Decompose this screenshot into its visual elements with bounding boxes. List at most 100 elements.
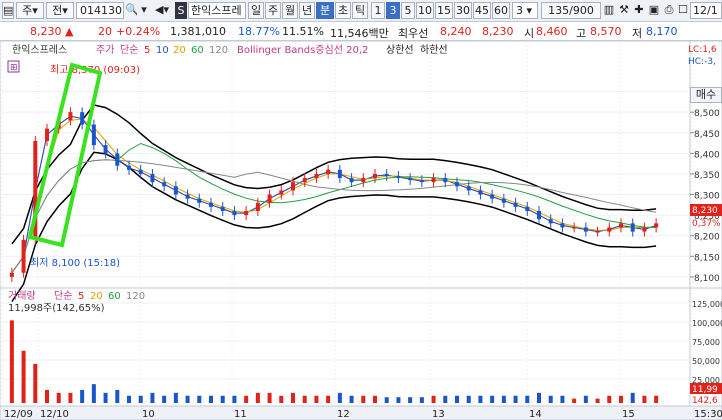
price-tick-label: 8,200	[694, 233, 720, 243]
interval-60[interactable]: 60	[492, 2, 510, 19]
volume-bar	[21, 350, 26, 403]
interval-1[interactable]: 1	[371, 2, 385, 19]
print-icon[interactable]: ⎙	[662, 2, 676, 19]
volume-bar	[326, 395, 331, 403]
candle-body	[279, 190, 284, 195]
search-icon[interactable]: 🔍	[125, 2, 137, 19]
ma-10-legend: 10	[156, 45, 169, 56]
volume-bar	[9, 320, 14, 403]
vol-ma-20-legend: 20	[90, 291, 103, 302]
volume-tick-label: 50,000	[692, 357, 720, 366]
lower-band-legend: 하한선	[420, 43, 448, 56]
open-price: 8,460	[536, 25, 568, 38]
volume-bar	[173, 392, 178, 403]
time-axis-label: 12/09	[4, 409, 33, 420]
volume-bar	[513, 395, 518, 403]
jeon-selector[interactable]: 전▾	[46, 2, 74, 19]
candle-body	[630, 223, 635, 232]
candle-body	[619, 223, 623, 228]
candle-body	[548, 219, 553, 224]
volume-bar	[56, 392, 61, 403]
volume-bar	[396, 397, 401, 403]
period-tick[interactable]: 틱	[352, 2, 368, 19]
candle-body	[654, 223, 659, 228]
stock-code-input[interactable]: 014130	[76, 2, 124, 19]
volume-bar	[431, 395, 436, 403]
volume-bar	[501, 395, 506, 403]
interval-3[interactable]: 3	[386, 2, 400, 19]
candle-body	[337, 169, 342, 179]
best-ask: 8,230	[482, 25, 514, 38]
candle-body	[173, 186, 178, 195]
vol-ma-120-legend: 120	[126, 291, 145, 302]
tools-icon[interactable]: ⚒	[617, 2, 631, 19]
candle-body	[396, 176, 401, 179]
stock-name-field[interactable]: 한익스프레	[188, 2, 246, 19]
candle-body	[115, 153, 120, 166]
period-month[interactable]: 월	[282, 2, 298, 19]
volume-bar	[384, 397, 389, 403]
interval-30[interactable]: 30	[454, 2, 472, 19]
turnover-ratio: 18.77%	[238, 25, 280, 38]
speaker-icon[interactable]: ◀▾	[151, 2, 173, 19]
volume-bar	[162, 395, 167, 403]
period-day[interactable]: 일	[248, 2, 264, 19]
candle-body	[513, 202, 518, 207]
candle-body	[267, 194, 272, 203]
date-field[interactable]: 12/1	[690, 2, 722, 19]
upper-band-legend: 상한선	[386, 44, 414, 56]
price-axis-area	[689, 41, 722, 289]
interval-input[interactable]: 3 ▾	[512, 2, 538, 19]
price-tick-label: 8,100	[694, 274, 720, 284]
volume-bar	[373, 395, 377, 403]
candle-body	[490, 194, 495, 199]
chart-canvas[interactable]: 8,5508,5008,4508,4008,3508,3008,2508,200…	[0, 41, 722, 420]
buy-button[interactable]: 매수	[690, 87, 722, 103]
interval-5[interactable]: 5	[401, 2, 415, 19]
time-axis	[0, 405, 722, 420]
volume-bar	[349, 395, 354, 403]
jongmok-selector[interactable]: 주▾	[16, 2, 44, 19]
price-legend-ma-label: 단순	[120, 44, 138, 56]
candle-body	[220, 206, 225, 211]
price-tick-label: 8,450	[694, 130, 720, 140]
low-label: 저	[632, 27, 643, 40]
save-icon[interactable]: ▣	[647, 2, 661, 19]
volume-bar	[466, 395, 471, 403]
volume-bar	[220, 395, 225, 403]
volume-pct-tag: 142,6	[692, 396, 718, 406]
time-axis-label: 13	[432, 409, 445, 420]
open-label: 시	[524, 27, 535, 40]
indicator-settings-glyph: ⊞	[10, 63, 18, 73]
chart-type-icon[interactable]: ▤	[2, 2, 14, 19]
interval-10[interactable]: 10	[416, 2, 434, 19]
chart-area[interactable]: 8,5508,5008,4508,4008,3508,3008,2508,200…	[0, 41, 722, 420]
candle-body	[595, 231, 600, 233]
candle-body	[150, 173, 155, 183]
candle-body	[232, 211, 237, 216]
volume-bar	[45, 389, 49, 403]
period-minute[interactable]: 분	[316, 2, 334, 19]
crosshair-icon[interactable]: ✚	[632, 2, 646, 19]
vol-ma-60-legend: 60	[108, 291, 121, 302]
bollinger-legend: Bollinger Bands중심선 20,2	[237, 44, 368, 56]
volume-bar	[583, 395, 588, 403]
interval-15[interactable]: 15	[435, 2, 453, 19]
price-change: 20	[98, 25, 112, 38]
dropdown-icon[interactable]: ▾	[138, 2, 150, 19]
period-year[interactable]: 년	[299, 2, 315, 19]
volume-bar	[279, 395, 284, 403]
current-price-value: 8,230	[30, 25, 62, 38]
ma-120-legend: 120	[209, 45, 228, 56]
time-axis-label: 15	[622, 409, 635, 420]
interval-45[interactable]: 45	[473, 2, 491, 19]
period-week[interactable]: 주	[265, 2, 281, 19]
time-axis-label: 15:30	[694, 409, 722, 420]
checkbox-icon[interactable]: ☐	[677, 2, 689, 19]
volume-bar	[560, 395, 565, 403]
interval-input-value: 3	[516, 4, 523, 17]
candle-body	[361, 178, 366, 183]
volume-bar	[209, 395, 213, 403]
bar-chart-icon[interactable]: ▥	[602, 2, 616, 19]
period-second[interactable]: 초	[335, 2, 351, 19]
